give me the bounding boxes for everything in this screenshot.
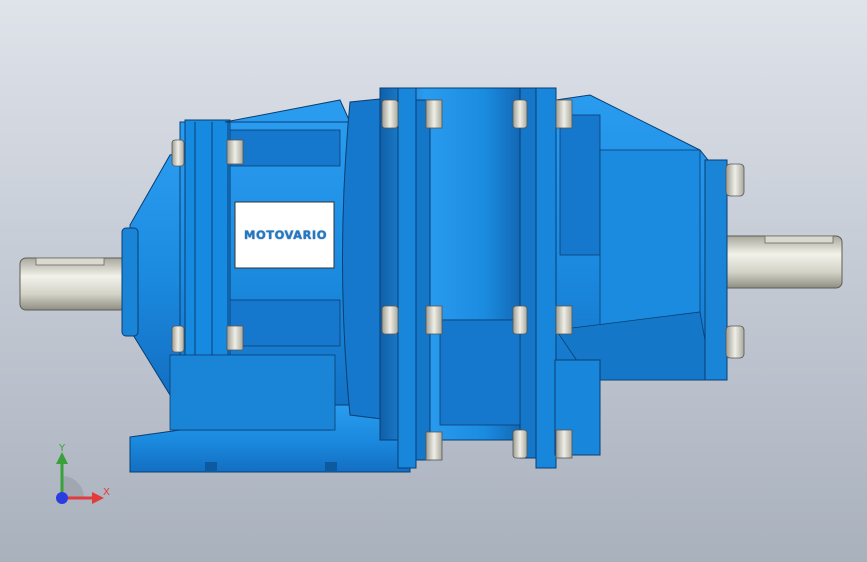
y-axis-label: Y <box>59 443 66 454</box>
cad-viewport[interactable]: MOTOVARIO X Y <box>0 0 867 562</box>
right-shaft <box>719 235 843 289</box>
axis-triad <box>56 452 104 504</box>
x-axis-label: X <box>103 487 110 498</box>
middle-housing <box>342 87 557 469</box>
z-axis-dot <box>56 492 68 504</box>
gearbox-model[interactable] <box>0 0 867 562</box>
right-housing <box>554 94 728 456</box>
left-shaft <box>19 257 127 311</box>
brand-label: MOTOVARIO <box>244 228 327 242</box>
